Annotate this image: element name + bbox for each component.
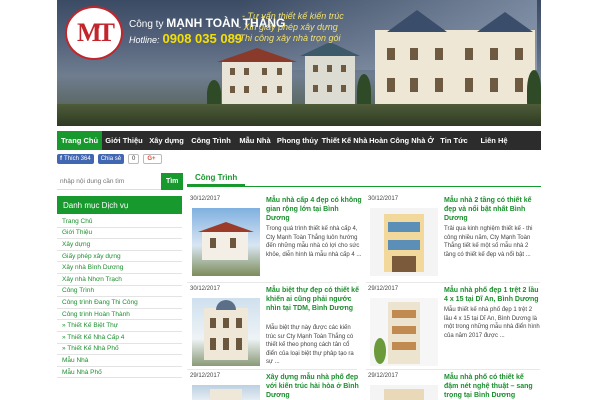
project-card[interactable]: 30/12/2017 Mẫu biệt thự đẹp có thiết kế …	[190, 286, 362, 370]
card-thumbnail[interactable]	[370, 208, 438, 276]
sidebar-item-townhouse[interactable]: » Thiết Kế Nhà Phố	[57, 344, 182, 356]
project-card[interactable]: 29/12/2017 Xây dựng mẫu nhà phố đẹp với …	[190, 373, 362, 400]
card-date: 29/12/2017	[368, 373, 399, 379]
main-nav: Trang Chủ Giới Thiệu Xây dựng Công Trình…	[57, 131, 541, 150]
sidebar-item-level4[interactable]: » Thiết Kế Nhà Cấp 4	[57, 332, 182, 344]
card-thumbnail[interactable]	[192, 385, 260, 400]
page: MT Công ty MẠNH TOÀN THẮNG Hotline: 0908 …	[0, 0, 600, 400]
nav-item-about[interactable]: Giới Thiệu	[102, 131, 146, 150]
project-card[interactable]: 29/12/2017 Mẫu nhà phố có thiết kế đậm n…	[368, 373, 540, 400]
mansion-illustration	[375, 30, 535, 112]
card-thumbnail[interactable]	[192, 298, 260, 366]
card-description: Mẫu thiết kế nhà phố đẹp 1 trệt 2 lầu 4 …	[444, 307, 540, 339]
facebook-icon: f	[60, 156, 62, 162]
sidebar-list: Trang Chủ Giới Thiệu Xây dựng Giấy phép …	[57, 216, 182, 379]
nav-item-projects[interactable]: Công Trình	[187, 131, 235, 150]
card-title[interactable]: Mẫu nhà phố có thiết kế đậm nét nghệ thu…	[444, 373, 540, 400]
card-date: 29/12/2017	[368, 286, 399, 292]
sidebar-item-townhouse-models[interactable]: Mẫu Nhà Phố	[57, 367, 182, 379]
villa-illustration	[305, 55, 355, 110]
gplus-button[interactable]: G+	[143, 154, 162, 164]
sidebar-item-about[interactable]: Giới Thiệu	[57, 228, 182, 240]
sidebar-item-binh-duong[interactable]: Xây nhà Bình Dương	[57, 262, 182, 274]
company-logo[interactable]: MT	[65, 6, 123, 60]
gplus-icon: G+	[147, 156, 156, 162]
sidebar-item-villa[interactable]: » Thiết Kế Biệt Thự	[57, 320, 182, 332]
search-button[interactable]: Tìm	[161, 173, 183, 190]
card-description: Trong quá trình thiết kế nhà cấp 4, Cty …	[266, 226, 362, 258]
hotline: Hotline: 0908 035 089	[129, 31, 243, 46]
nav-item-house-models[interactable]: Mẫu Nhà	[235, 131, 275, 150]
sidebar-item-in-progress[interactable]: Công trình Đang Thi Công	[57, 297, 182, 309]
project-card[interactable]: 29/12/2017 Mẫu nhà phố đẹp 1 trệt 2 lầu …	[368, 286, 540, 370]
gplus-count: 0	[128, 154, 140, 164]
card-date: 30/12/2017	[190, 286, 221, 292]
nav-item-feng-shui[interactable]: Phong thủy	[275, 131, 320, 150]
card-description: Mẫu biệt thự này được các kiến trúc sư C…	[266, 325, 354, 365]
sidebar-title: Danh mục Dịch vụ	[57, 196, 182, 214]
card-thumbnail[interactable]	[370, 385, 438, 400]
nav-item-house-design[interactable]: Thiết Kế Nhà	[320, 131, 369, 150]
card-date: 30/12/2017	[190, 196, 221, 202]
nav-item-contact[interactable]: Liên Hệ	[474, 131, 514, 150]
facebook-like-button[interactable]: f Thích 364	[57, 154, 94, 164]
nav-item-news[interactable]: Tin Tức	[434, 131, 474, 150]
sidebar-item-permit[interactable]: Giấy phép xây dựng	[57, 251, 182, 263]
sidebar-item-models[interactable]: Mẫu Nhà	[57, 355, 182, 367]
header-banner[interactable]: MT Công ty MẠNH TOÀN THẮNG Hotline: 0908 …	[57, 0, 541, 126]
card-date: 30/12/2017	[368, 196, 399, 202]
slogans: - Tư vấn thiết kế kiến trúc - Xin giấy p…	[234, 11, 344, 43]
card-title[interactable]: Mẫu nhà phố đẹp 1 trệt 2 lầu 4 x 15 tại …	[444, 286, 540, 304]
card-description: Trải qua kinh nghiệm thiết kế - thi công…	[444, 226, 533, 258]
card-thumbnail[interactable]	[192, 208, 260, 276]
sidebar-item-completed[interactable]: Công trình Hoàn Thành	[57, 309, 182, 321]
social-buttons: f Thích 364 Chia sẻ 0 G+	[57, 153, 162, 165]
sidebar-item-projects[interactable]: Công Trình	[57, 286, 182, 298]
card-title[interactable]: Mẫu nhà 2 tầng có thiết kế đẹp và nổi bậ…	[444, 196, 540, 223]
sidebar-item-home[interactable]: Trang Chủ	[57, 216, 182, 228]
card-date: 29/12/2017	[190, 373, 221, 379]
nav-item-completion[interactable]: Hoàn Công Nhà Ở	[369, 131, 434, 150]
sidebar-item-construction[interactable]: Xây dựng	[57, 239, 182, 251]
card-title[interactable]: Mẫu nhà cấp 4 đẹp có không gian rộng lớn…	[266, 196, 362, 223]
card-title[interactable]: Mẫu biệt thự đẹp có thiết kế khiến ai cũ…	[266, 286, 362, 313]
nav-item-construction[interactable]: Xây dựng	[146, 131, 187, 150]
search-input[interactable]	[57, 173, 162, 190]
tab-projects[interactable]: Công Trình	[187, 171, 246, 186]
card-title[interactable]: Xây dựng mẫu nhà phố đẹp với kiến trúc h…	[266, 373, 362, 400]
card-thumbnail[interactable]	[370, 298, 438, 366]
sidebar-item-nhon-trach[interactable]: Xây nhà Nhơn Trạch	[57, 274, 182, 286]
project-card[interactable]: 30/12/2017 Mẫu nhà cấp 4 đẹp có không gi…	[190, 196, 362, 280]
house-illustration	[222, 60, 292, 108]
search-bar: Tìm	[57, 173, 183, 190]
facebook-share-button[interactable]: Chia sẻ	[97, 154, 125, 164]
nav-item-home[interactable]: Trang Chủ	[57, 131, 102, 150]
project-card[interactable]: 30/12/2017 Mẫu nhà 2 tầng có thiết kế đẹ…	[368, 196, 540, 280]
